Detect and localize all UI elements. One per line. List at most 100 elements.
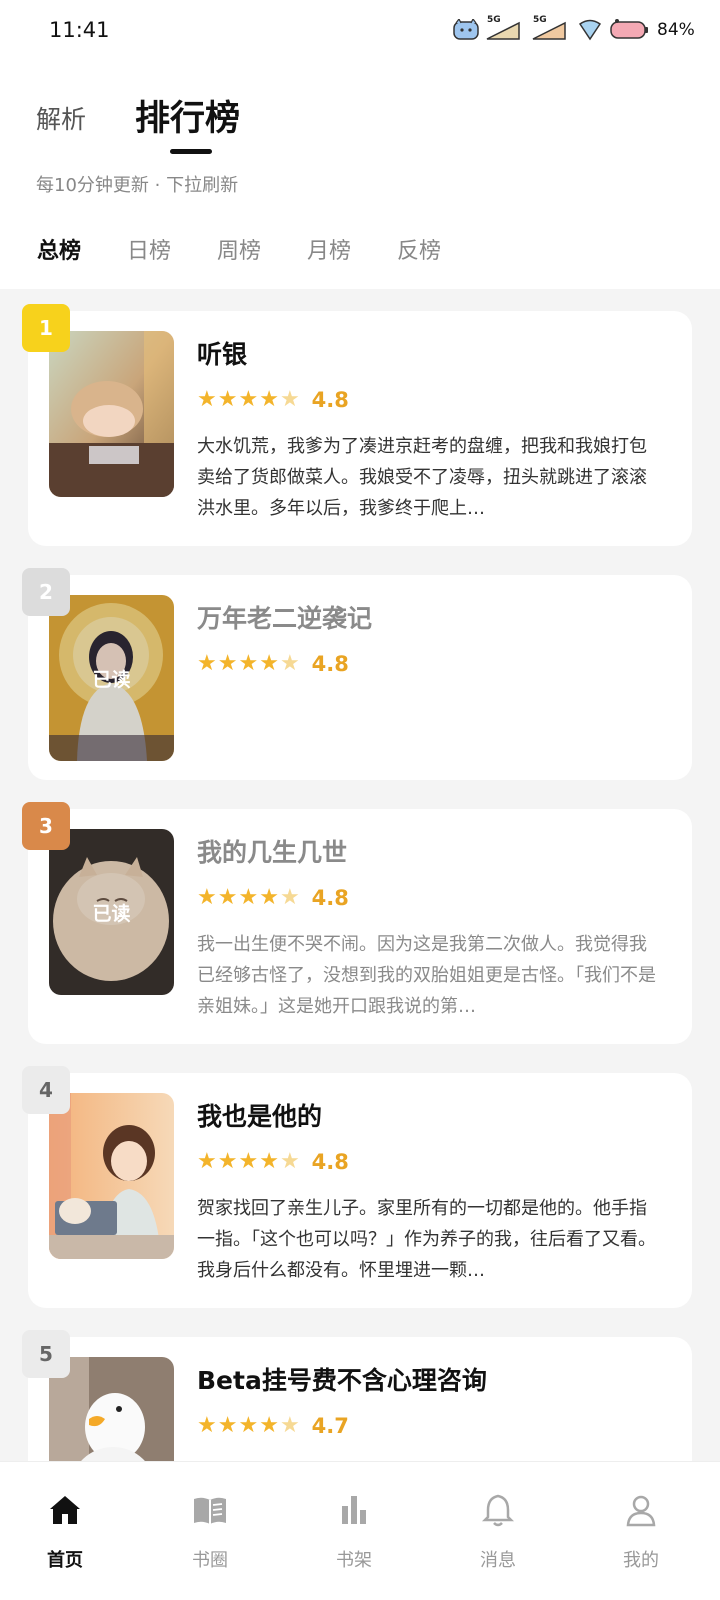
update-note: 每10分钟更新 · 下拉刷新 (36, 175, 239, 196)
book-title[interactable]: Beta挂号费不含心理咨询 (197, 1361, 487, 1397)
nav-profile[interactable]: 我的 (581, 1462, 701, 1600)
nav-label: 我的 (623, 1550, 659, 1571)
rating-row: ★ ★ ★ ★ ★ 4.7 (197, 1411, 349, 1441)
rank-badge: 4 (22, 1066, 70, 1114)
star-icon: ★ (279, 885, 300, 910)
battery-icon (609, 19, 649, 41)
wifi-icon (577, 19, 603, 41)
ranking-list: 听银 ★ ★ ★ ★ ★ 4.8 大水饥荒，我爹为了凑进京赶考的盘缠，把我和我娘打包卖给… (0, 289, 720, 1461)
book-card[interactable]: 已读 我的几生几世 ★ ★ ★ ★ ★ 4.8 我一出生便不哭不闹。因为这是我第二次做人… (28, 809, 692, 1044)
star-icon: ★ (217, 1149, 238, 1174)
book-synopsis: 我一出生便不哭不闹。因为这是我第二次做人。我觉得我已经够古怪了，没想到我的双胎姐… (197, 934, 656, 1017)
star-icon: ★ (279, 651, 300, 676)
rank-badge: 2 (22, 568, 70, 616)
rating-value: 4.7 (311, 1414, 349, 1438)
book-card[interactable]: 已读 万年老二逆袭记 ★ ★ ★ ★ ★ 4.8 (28, 575, 692, 780)
nav-label: 书圈 (192, 1550, 228, 1571)
star-rating: ★ ★ ★ ★ ★ (197, 653, 300, 675)
subtab-total[interactable]: 总榜 (37, 233, 81, 265)
star-icon: ★ (197, 1413, 217, 1438)
star-icon: ★ (217, 387, 238, 412)
book-title[interactable]: 我的几生几世 (197, 833, 347, 869)
tab-parse[interactable]: 解析 (36, 100, 86, 136)
rank-badge: 3 (22, 802, 70, 850)
book-card[interactable]: 我也是他的 ★ ★ ★ ★ ★ 4.8 贺家找回了亲生儿子。家里所有的一切都是他的。他手… (28, 1073, 692, 1308)
star-icon: ★ (197, 651, 217, 676)
nav-home[interactable]: 首页 (5, 1462, 125, 1600)
rating-row: ★ ★ ★ ★ ★ 4.8 (197, 1147, 349, 1177)
star-icon: ★ (197, 885, 217, 910)
subtab-reverse[interactable]: 反榜 (397, 233, 441, 265)
star-icon: ★ (259, 1149, 279, 1174)
star-icon: ★ (259, 1413, 279, 1438)
book-cover[interactable]: 已读 (49, 595, 174, 761)
signal-5g-icon: 5G (531, 15, 571, 41)
star-icon: ★ (197, 1149, 217, 1174)
active-tab-indicator (170, 149, 212, 154)
book-synopsis: 大水饥荒，我爹为了凑进京赶考的盘缠，把我和我娘打包卖给了货郎做菜人。我娘受不了凌… (197, 436, 647, 519)
book-card[interactable]: Beta挂号费不含心理咨询 ★ ★ ★ ★ ★ 4.7 (28, 1337, 692, 1461)
ranking-subtabs: 总榜 日榜 周榜 月榜 反榜 (0, 233, 720, 267)
rating-value: 4.8 (311, 388, 349, 412)
star-icon: ★ (217, 885, 238, 910)
rating-row: ★ ★ ★ ★ ★ 4.8 (197, 649, 349, 679)
status-icons: 5G 5G 84% (453, 15, 695, 44)
book-synopsis: 贺家找回了亲生儿子。家里所有的一切都是他的。他手指一指。「这个也可以吗？」作为养… (197, 1198, 656, 1281)
book-circle-icon (194, 1497, 226, 1524)
rating-value: 4.8 (311, 886, 349, 910)
read-overlay: 已读 (49, 595, 174, 761)
book-title[interactable]: 我也是他的 (197, 1097, 322, 1133)
nav-label: 首页 (47, 1550, 83, 1571)
star-icon: ★ (238, 387, 259, 412)
star-icon: ★ (238, 885, 259, 910)
book-title[interactable]: 听银 (197, 335, 247, 371)
nav-label: 书架 (336, 1550, 372, 1571)
subtab-weekly[interactable]: 周榜 (217, 233, 261, 265)
nav-label: 消息 (480, 1550, 516, 1571)
rank-badge: 5 (22, 1330, 70, 1378)
book-cover[interactable] (49, 1093, 174, 1259)
star-rating: ★ ★ ★ ★ ★ (197, 1151, 300, 1173)
rank-badge: 1 (22, 304, 70, 352)
star-icon: ★ (197, 387, 217, 412)
status-time: 11:41 (49, 18, 110, 42)
bell-icon (481, 1494, 515, 1527)
star-icon: ★ (238, 651, 259, 676)
book-cover[interactable]: 已读 (49, 829, 174, 995)
read-overlay: 已读 (49, 829, 174, 995)
star-icon: ★ (217, 1413, 238, 1438)
star-rating: ★ ★ ★ ★ ★ (197, 887, 300, 909)
rating-value: 4.8 (311, 652, 349, 676)
bottom-nav: 首页 书圈 书架 消息 我的 (0, 1461, 720, 1600)
book-card[interactable]: 听银 ★ ★ ★ ★ ★ 4.8 大水饥荒，我爹为了凑进京赶考的盘缠，把我和我娘打包卖给… (28, 311, 692, 546)
rating-value: 4.8 (311, 1150, 349, 1174)
home-icon (50, 1496, 80, 1524)
header-area: 11:41 5G 5G 84% 解析 排行榜 每10分钟更新 · 下拉刷新 总榜… (0, 0, 720, 289)
book-title[interactable]: 万年老二逆袭记 (197, 599, 372, 635)
star-icon: ★ (259, 885, 279, 910)
battery-percent: 84% (657, 20, 695, 40)
nav-book-circle[interactable]: 书圈 (150, 1462, 270, 1600)
rating-row: ★ ★ ★ ★ ★ 4.8 (197, 883, 349, 913)
star-rating: ★ ★ ★ ★ ★ (197, 1415, 300, 1437)
signal-5g-icon: 5G (485, 15, 525, 41)
rating-row: ★ ★ ★ ★ ★ 4.8 (197, 385, 349, 415)
star-icon: ★ (259, 651, 279, 676)
star-icon: ★ (279, 1149, 300, 1174)
star-icon: ★ (238, 1413, 259, 1438)
star-icon: ★ (279, 1413, 300, 1438)
nav-bookshelf[interactable]: 书架 (294, 1462, 414, 1600)
status-bar: 11:41 5G 5G 84% (0, 0, 720, 60)
tab-ranking[interactable]: 排行榜 (135, 90, 240, 141)
star-rating: ★ ★ ★ ★ ★ (197, 389, 300, 411)
profile-icon (626, 1495, 656, 1527)
star-icon: ★ (238, 1149, 259, 1174)
star-icon: ★ (259, 387, 279, 412)
subtab-monthly[interactable]: 月榜 (307, 233, 351, 265)
pet-icon (453, 19, 479, 41)
book-cover[interactable] (49, 331, 174, 497)
nav-messages[interactable]: 消息 (438, 1462, 558, 1600)
subtab-daily[interactable]: 日榜 (127, 233, 171, 265)
star-icon: ★ (217, 651, 238, 676)
bookshelf-icon (342, 1496, 366, 1524)
